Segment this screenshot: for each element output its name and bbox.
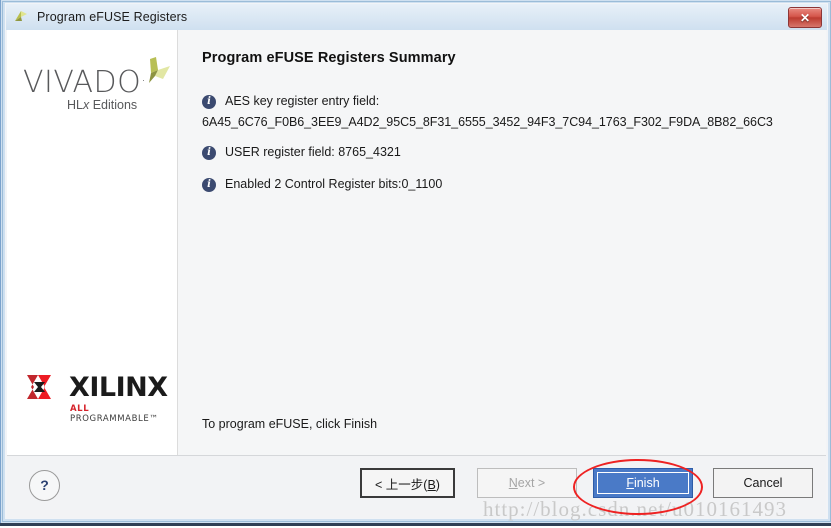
vivado-butterfly-icon xyxy=(137,57,171,87)
dialog-footer: ? < 上一步(B) Next > Finish Cancel xyxy=(7,455,826,518)
question-mark-icon: ? xyxy=(40,477,49,493)
cancel-button[interactable]: Cancel xyxy=(713,468,813,498)
info-icon: i xyxy=(202,146,216,160)
vivado-logo: VIVADO. HLx Editions xyxy=(23,57,171,113)
window-bottom-edge xyxy=(0,523,831,528)
xilinx-wordmark: XILINX xyxy=(69,372,168,403)
info-icon: i xyxy=(202,95,216,109)
info-row-aes-key: i AES key register entry field: xyxy=(202,94,379,109)
program-efuse-dialog: Program eFUSE Registers ✕ VIVADO. HLx Ed… xyxy=(0,0,831,528)
info-row-control-register: i Enabled 2 Control Register bits:0_1100 xyxy=(202,177,442,192)
page-title: Program eFUSE Registers Summary xyxy=(202,50,456,66)
xilinx-x-icon xyxy=(25,373,59,401)
back-button[interactable]: < 上一步(B) xyxy=(360,468,455,498)
aes-key-value: 6A45_6C76_F0B6_3EE9_A4D2_95C5_8F31_6555_… xyxy=(202,115,773,129)
info-label-user-register: USER register field: 8765_4321 xyxy=(225,145,401,159)
xilinx-logo: XILINX ALL PROGRAMMABLE™ xyxy=(25,370,170,424)
finish-button-wrapper: Finish xyxy=(593,468,693,498)
vivado-wordmark: VIVADO. xyxy=(23,65,147,100)
info-label-aes-key: AES key register entry field: xyxy=(225,94,380,108)
info-row-user-register: i USER register field: 8765_4321 xyxy=(202,145,401,160)
finish-hint-text: To program eFUSE, click Finish xyxy=(202,417,378,431)
window-title: Program eFUSE Registers xyxy=(37,10,188,24)
xilinx-tagline: ALL PROGRAMMABLE™ xyxy=(70,404,159,424)
cancel-button-label: Cancel xyxy=(743,476,783,490)
info-label-control-register: Enabled 2 Control Register bits:0_1100 xyxy=(225,177,443,191)
close-icon: ✕ xyxy=(799,10,811,25)
help-button[interactable]: ? xyxy=(29,470,60,501)
branding-sidebar: VIVADO. HLx Editions XILINX ALL PROGRAMM… xyxy=(7,30,178,455)
info-icon: i xyxy=(202,178,216,192)
finish-button[interactable]: Finish xyxy=(593,468,693,498)
vivado-subtitle: HLx Editions xyxy=(67,98,138,112)
summary-panel: Program eFUSE Registers Summary i AES ke… xyxy=(178,30,826,455)
next-button[interactable]: Next > xyxy=(477,468,577,498)
vivado-triangle-icon xyxy=(12,8,30,26)
close-button[interactable]: ✕ xyxy=(788,7,822,28)
dialog-content: VIVADO. HLx Editions XILINX ALL PROGRAMM… xyxy=(7,30,826,455)
title-bar: Program eFUSE Registers ✕ xyxy=(6,4,827,30)
